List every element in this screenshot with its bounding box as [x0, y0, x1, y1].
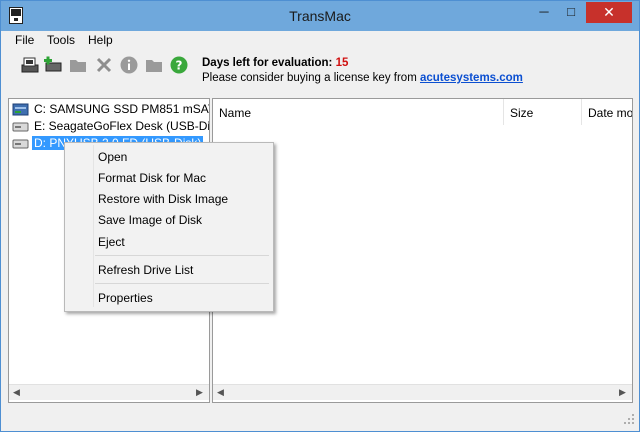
usb-drive-icon [12, 122, 29, 132]
title-bar[interactable]: TransMac ─ □ ✕ [1, 1, 639, 31]
menu-help[interactable]: Help [88, 33, 113, 47]
status-bar [1, 405, 639, 431]
menu-bar: File Tools Help [1, 31, 639, 50]
drive-context-menu: Open Format Disk for Mac Restore with Di… [64, 142, 274, 312]
days-left-value: 15 [335, 57, 349, 69]
scroll-left-icon[interactable]: ◀ [217, 387, 224, 398]
transmac-window: TransMac ─ □ ✕ File Tools Help ? Days le… [0, 0, 640, 432]
context-item-save-image[interactable]: Save Image of Disk [98, 213, 202, 227]
add-disk-icon[interactable] [44, 56, 62, 74]
menu-tools[interactable]: Tools [47, 33, 75, 47]
scroll-right-icon[interactable]: ▶ [196, 387, 203, 398]
column-name-label: Name [219, 106, 252, 120]
drive-label: C: SAMSUNG SSD PM851 mSATA 5 [34, 102, 209, 116]
scroll-right-icon[interactable]: ▶ [619, 387, 626, 398]
folder-icon[interactable] [69, 56, 87, 74]
file-list-horizontal-scrollbar[interactable]: ◀ ▶ [213, 384, 632, 400]
context-item-open[interactable]: Open [98, 150, 127, 164]
context-menu-separator [95, 255, 269, 256]
column-header-name[interactable]: Name [213, 99, 504, 125]
context-item-refresh-drive-list[interactable]: Refresh Drive List [98, 263, 193, 277]
close-button[interactable]: ✕ [586, 2, 632, 23]
usb-drive-icon [12, 139, 29, 149]
drive-list-horizontal-scrollbar[interactable]: ◀ ▶ [9, 384, 209, 400]
new-image-icon[interactable] [21, 56, 39, 74]
evaluation-notice: Days left for evaluation: 15 [202, 57, 348, 69]
open-folder-icon[interactable] [145, 56, 163, 74]
license-text: Please consider buying a license key fro… [202, 72, 417, 84]
scroll-left-icon[interactable]: ◀ [13, 387, 20, 398]
context-item-eject[interactable]: Eject [98, 235, 125, 249]
delete-icon[interactable] [95, 56, 113, 74]
resize-grip-icon[interactable] [623, 413, 635, 425]
column-header-date[interactable]: Date mod [582, 99, 633, 125]
minimize-button[interactable]: ─ [531, 2, 557, 23]
column-date-label: Date mod [588, 106, 633, 120]
column-size-label: Size [510, 106, 534, 120]
context-item-format-disk[interactable]: Format Disk for Mac [98, 171, 206, 185]
context-item-properties[interactable]: Properties [98, 291, 153, 305]
maximize-button[interactable]: □ [558, 2, 584, 23]
context-menu-gutter [93, 145, 94, 307]
days-left-label: Days left for evaluation: [202, 57, 333, 69]
column-header-size[interactable]: Size [504, 99, 582, 125]
help-icon[interactable]: ? [170, 56, 188, 74]
internal-drive-icon [12, 103, 29, 116]
menu-file[interactable]: File [15, 33, 34, 47]
file-list-pane[interactable]: Name Size Date mod ◀ ▶ [212, 98, 633, 403]
context-item-restore-image[interactable]: Restore with Disk Image [98, 192, 228, 206]
svg-text:?: ? [176, 59, 183, 73]
drive-label: E: SeagateGoFlex Desk (USB-Disk) [34, 119, 210, 133]
license-notice: Please consider buying a license key fro… [202, 72, 523, 84]
info-icon[interactable] [120, 56, 138, 74]
acutesystems-link[interactable]: acutesystems.com [420, 72, 523, 84]
context-menu-separator [95, 283, 269, 284]
